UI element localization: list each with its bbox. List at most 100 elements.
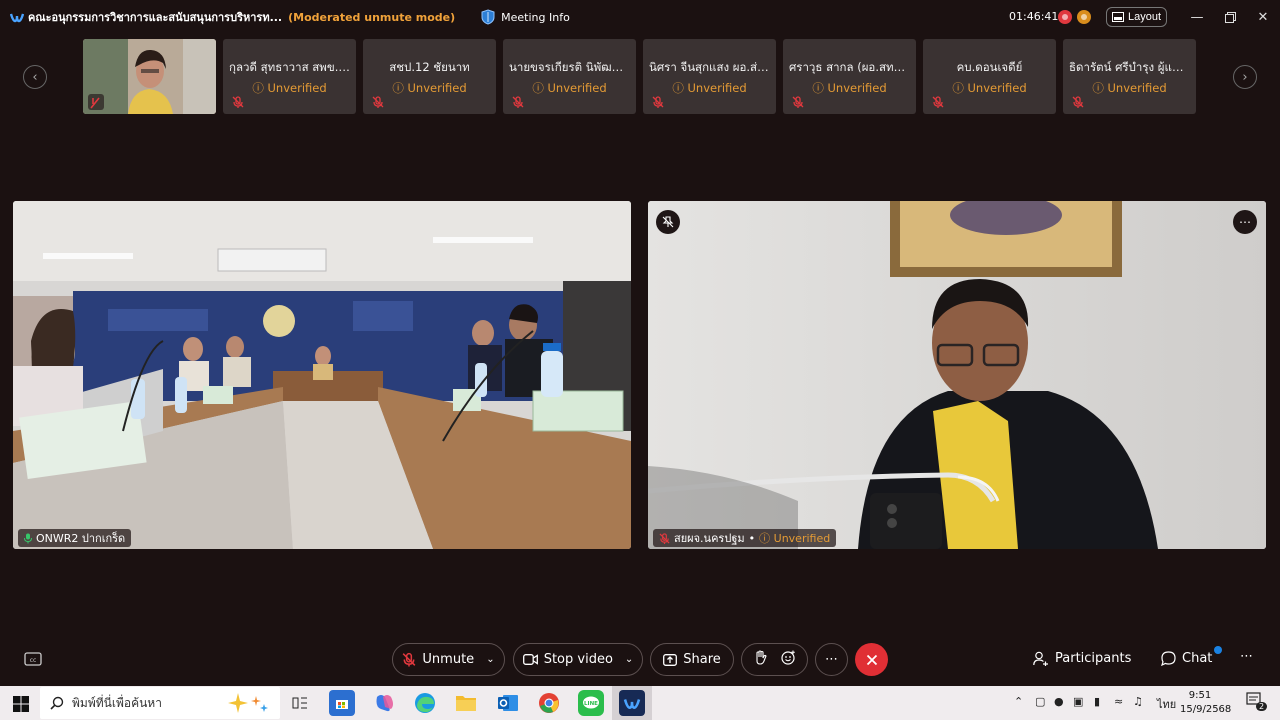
more-icon: ⋯	[825, 652, 838, 667]
network-indicator-icon[interactable]	[1077, 10, 1091, 24]
unmute-button[interactable]: Unmute ⌄	[392, 643, 505, 676]
chat-icon	[1161, 651, 1176, 666]
participant-tile-1[interactable]: กุลวดี สุทธาวาส สพข.10 ⓘ Unverified	[223, 39, 356, 114]
pin-off-icon[interactable]	[656, 210, 680, 234]
muted-mic-icon	[403, 652, 416, 667]
muted-mic-icon	[659, 532, 670, 544]
chevron-down-icon[interactable]: ⌄	[486, 654, 494, 665]
meeting-title: คณะอนุกรรมการวิชาการและสนับสนุนการบริหาร…	[28, 11, 283, 24]
store-icon[interactable]	[329, 690, 355, 716]
participant-tile-4[interactable]: นิศรา จีนสุกแสง ผอ.ส่ว... ⓘ Unverified	[643, 39, 776, 114]
chat-label: Chat	[1182, 651, 1213, 666]
self-video-thumbnail[interactable]	[83, 39, 216, 114]
webex-taskbar-icon[interactable]	[619, 690, 645, 716]
raise-hand-icon[interactable]	[754, 650, 767, 669]
muted-mic-icon	[372, 96, 384, 108]
shield-icon	[481, 9, 495, 25]
participant-name: ธิดารัตน์ ศรีบำรุง ผู้แทน...	[1069, 60, 1190, 74]
mic-on-icon	[24, 533, 32, 543]
language-indicator[interactable]: ไทย	[1157, 695, 1176, 713]
strip-next-button[interactable]: ›	[1233, 65, 1257, 89]
stop-video-label: Stop video	[543, 652, 613, 667]
reaction-emoji-icon[interactable]	[780, 650, 796, 669]
unverified-status: ⓘ Unverified	[812, 81, 887, 95]
windows-start-icon[interactable]	[8, 691, 34, 717]
volume-icon[interactable]: ♫	[1133, 695, 1143, 708]
minimize-icon[interactable]: —	[1188, 8, 1206, 26]
video-participant-name: สยผจ.นครปฐม	[674, 532, 745, 545]
video-tile-left[interactable]: ONWR2 ปากเกร็ด	[13, 201, 631, 549]
share-icon	[663, 653, 678, 666]
participant-name: ศราวุธ สากล (ผอ.สทน...	[789, 60, 910, 74]
task-view-icon[interactable]	[287, 690, 313, 716]
separator-dot: •	[748, 531, 756, 545]
participants-icon	[1033, 651, 1048, 666]
muted-mic-icon	[1072, 96, 1084, 108]
participant-tile-6[interactable]: คบ.ดอนเจดีย์ ⓘ Unverified	[923, 39, 1056, 114]
chat-button[interactable]: Chat	[1161, 651, 1212, 666]
participant-tile-3[interactable]: นายขจรเกียรติ นิพัฒน์โ... ⓘ Unverified	[503, 39, 636, 114]
more-options-icon[interactable]: ⋯	[1240, 649, 1253, 664]
layout-label: Layout	[1127, 11, 1162, 23]
search-icon	[50, 696, 64, 710]
more-options-icon[interactable]: ⋯	[1233, 210, 1257, 234]
participant-tile-2[interactable]: สชป.12 ชัยนาท ⓘ Unverified	[363, 39, 496, 114]
outlook-icon[interactable]	[495, 690, 521, 716]
moderated-mode-label: (Moderated unmute mode)	[288, 10, 456, 24]
chrome-browser-icon[interactable]	[536, 690, 562, 716]
video-tile-right[interactable]: ⋯ สยผจ.นครปฐม • ⓘ Unverified	[648, 201, 1266, 549]
participant-video	[648, 201, 1266, 549]
muted-mic-icon	[512, 96, 524, 108]
recording-indicator-icon[interactable]	[1058, 10, 1072, 24]
muted-mic-icon	[932, 96, 944, 108]
share-button[interactable]: Share	[650, 643, 734, 676]
taskbar-search-box[interactable]: พิมพ์ที่นี่เพื่อค้นหา	[40, 687, 280, 719]
tray-chevron-icon[interactable]: ⌃	[1014, 695, 1023, 708]
line-app-icon[interactable]: LINE	[578, 690, 604, 716]
stop-video-button[interactable]: Stop video ⌄	[513, 643, 643, 676]
end-call-button[interactable]	[855, 643, 888, 676]
close-icon	[866, 654, 877, 665]
chat-notification-dot	[1214, 646, 1222, 654]
windows-taskbar: พิมพ์ที่นี่เพื่อค้นหา LINE ⌃ ▢ ● ▣ ▮ ≈ ♫…	[0, 686, 1280, 720]
muted-mic-icon	[652, 96, 664, 108]
taskbar-clock[interactable]: 9:51 15/9/2568	[1180, 689, 1231, 717]
webex-logo-icon	[10, 11, 24, 23]
svg-text:cc: cc	[30, 657, 37, 664]
meeting-room-video	[13, 201, 631, 549]
unverified-status: ⓘ Unverified	[672, 81, 747, 95]
copilot-icon[interactable]	[371, 690, 397, 716]
wifi-icon[interactable]: ≈	[1114, 695, 1123, 708]
unverified-status: ⓘ Unverified	[252, 81, 327, 95]
unverified-status: ⓘ Unverified	[759, 532, 831, 545]
unverified-status: ⓘ Unverified	[952, 81, 1027, 95]
chevron-down-icon[interactable]: ⌄	[625, 654, 633, 665]
tray-camera-icon[interactable]: ▣	[1073, 695, 1083, 708]
notification-badge: 2	[1256, 702, 1268, 711]
svg-text:LINE: LINE	[584, 701, 598, 707]
closed-captions-icon[interactable]: cc	[24, 651, 42, 667]
unverified-status: ⓘ Unverified	[1092, 81, 1167, 95]
edge-browser-icon[interactable]	[412, 690, 438, 716]
close-icon[interactable]: ✕	[1254, 8, 1272, 26]
file-explorer-icon[interactable]	[453, 690, 479, 716]
restore-icon[interactable]	[1221, 8, 1239, 26]
search-placeholder: พิมพ์ที่นี่เพื่อค้นหา	[72, 695, 162, 710]
participant-name: คบ.ดอนเจดีย์	[956, 60, 1023, 74]
participant-tile-7[interactable]: ธิดารัตน์ ศรีบำรุง ผู้แทน... ⓘ Unverifie…	[1063, 39, 1196, 114]
more-actions-button[interactable]: ⋯	[815, 643, 848, 676]
tray-device-icon[interactable]: ▢	[1035, 695, 1045, 708]
reactions-group	[741, 643, 808, 676]
layout-icon	[1111, 12, 1124, 22]
layout-button[interactable]: Layout	[1106, 7, 1167, 27]
muted-mic-icon	[232, 96, 244, 108]
video-participant-name: ONWR2 ปากเกร็ด	[36, 532, 126, 545]
battery-icon[interactable]: ▮	[1094, 695, 1100, 708]
participant-tile-5[interactable]: ศราวุธ สากล (ผอ.สทน... ⓘ Unverified	[783, 39, 916, 114]
video-name-chip: สยผจ.นครปฐม • ⓘ Unverified	[653, 529, 837, 547]
strip-prev-button[interactable]: ‹	[23, 65, 47, 89]
video-camera-icon	[522, 654, 538, 665]
participants-button[interactable]: Participants	[1033, 651, 1131, 666]
tray-mic-icon[interactable]: ●	[1054, 695, 1064, 708]
meeting-info-button[interactable]: Meeting Info	[481, 9, 570, 25]
